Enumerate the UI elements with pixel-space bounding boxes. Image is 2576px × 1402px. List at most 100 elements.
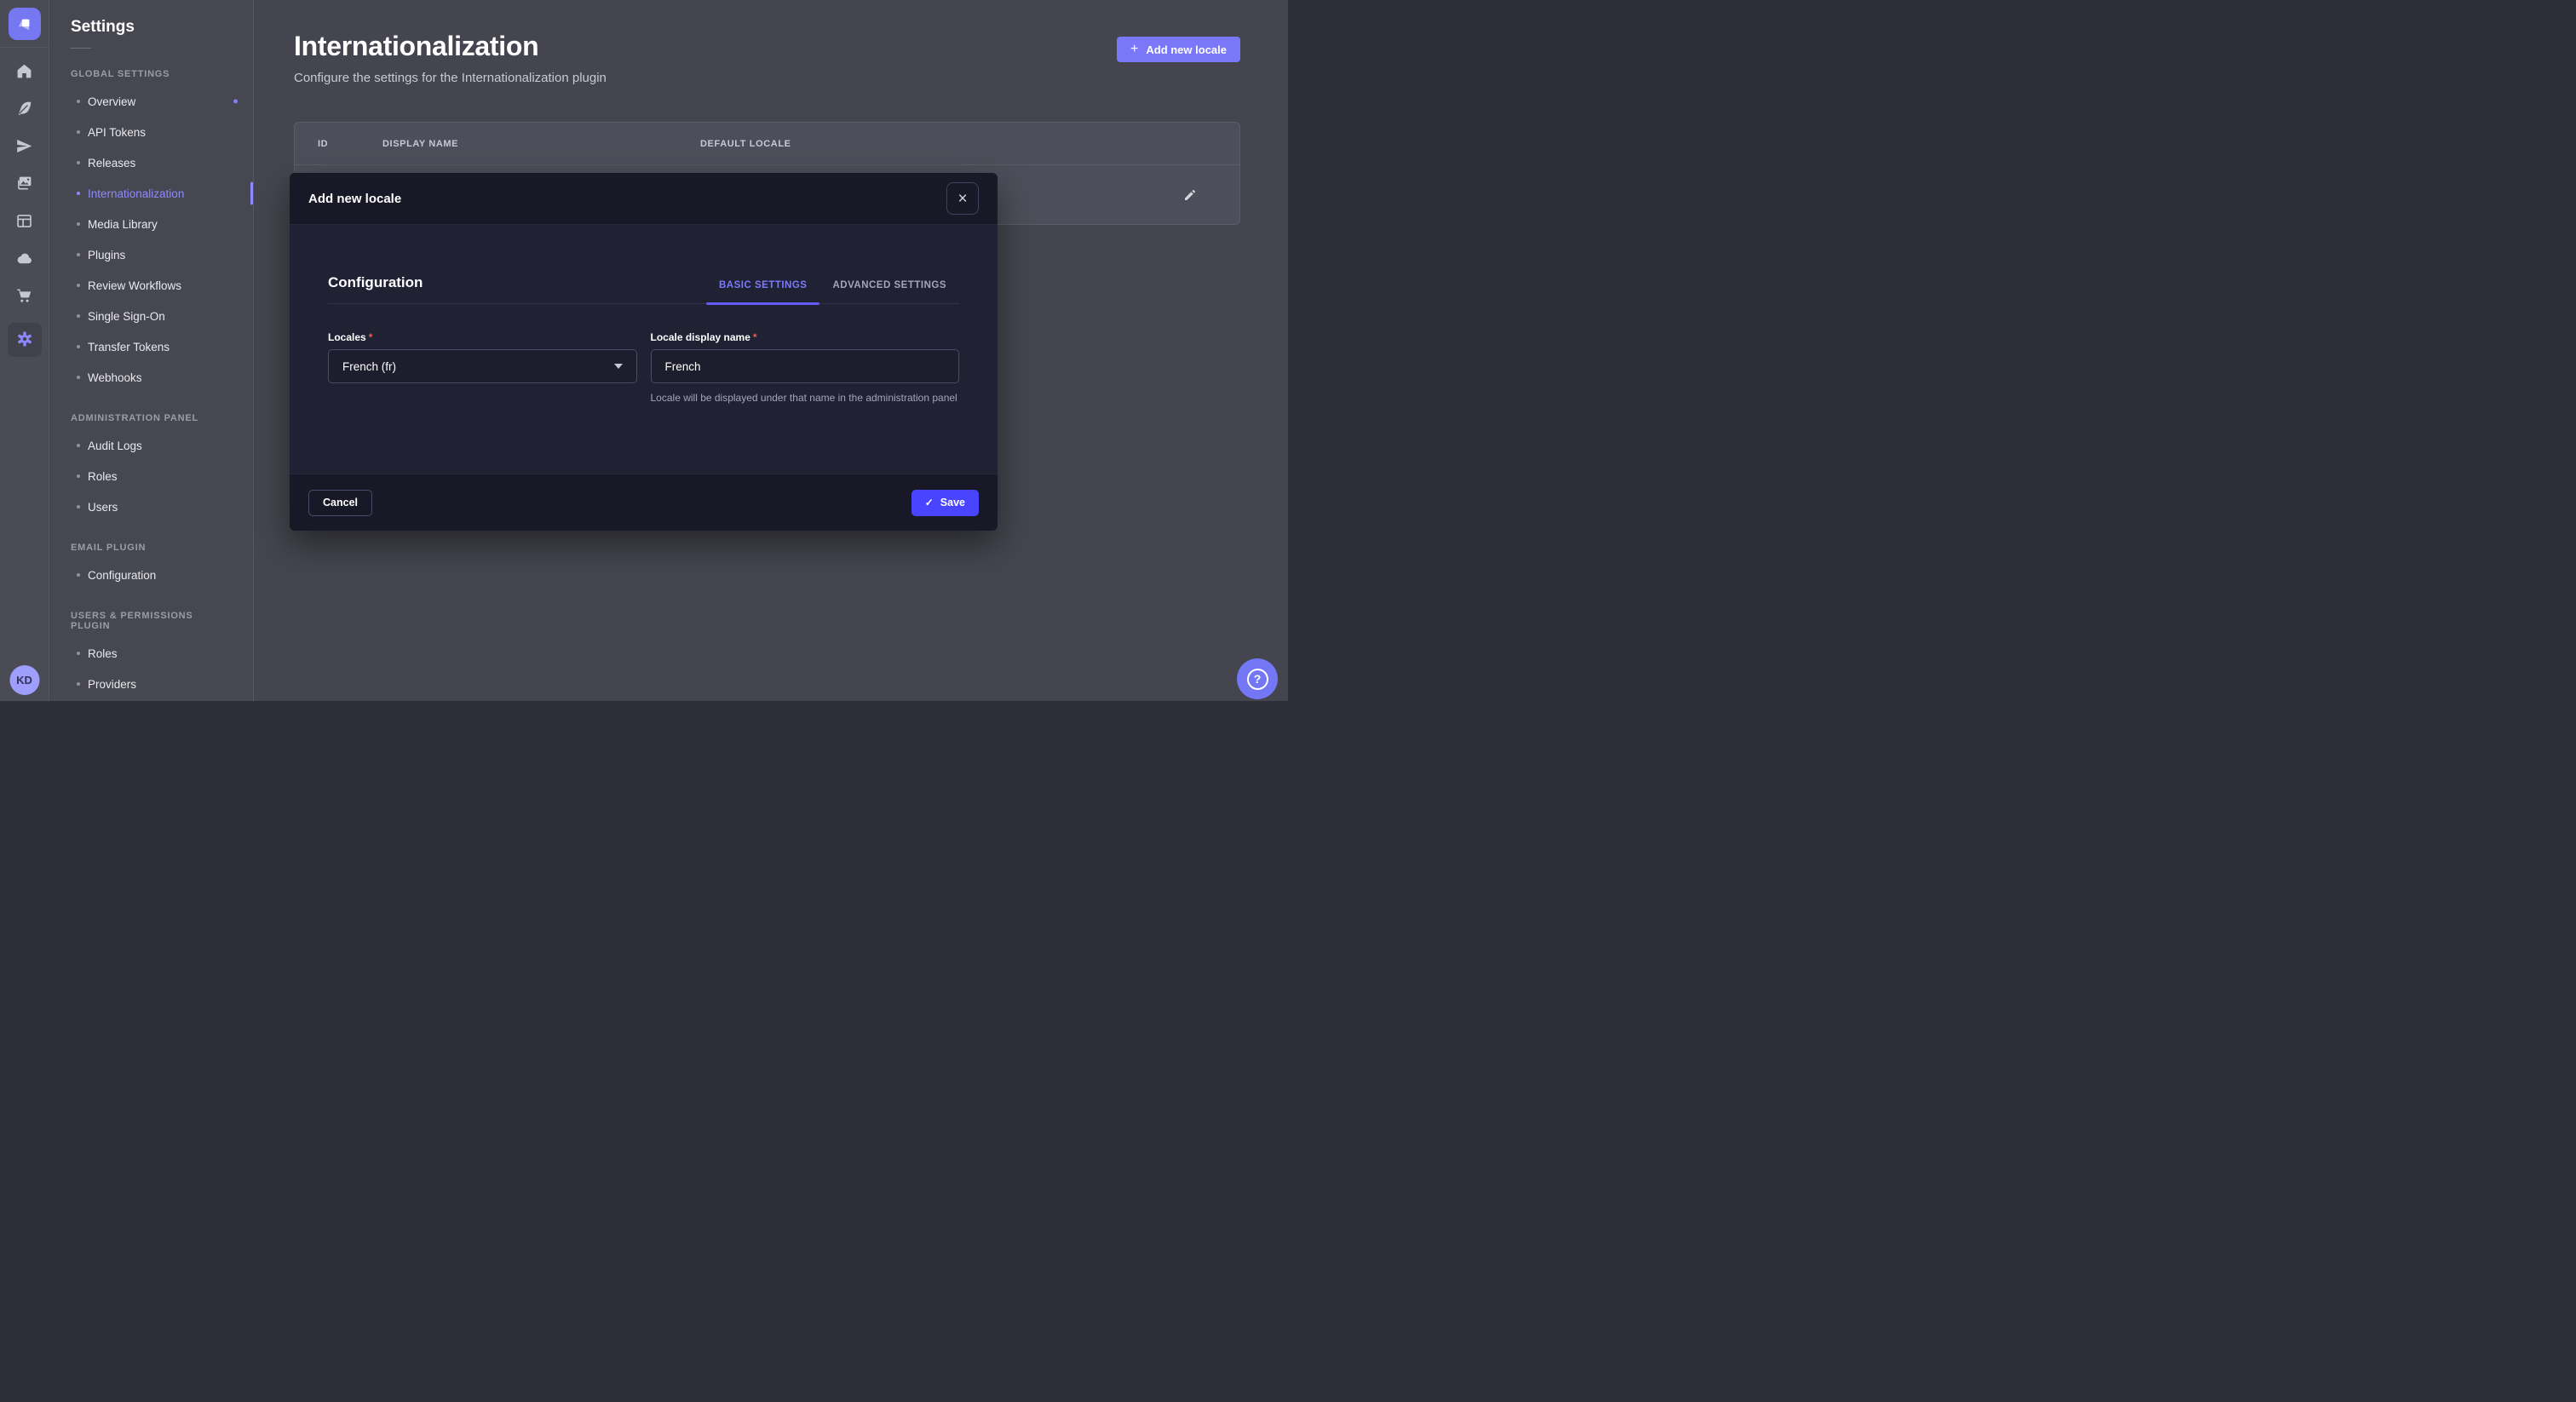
sidebar-item-providers[interactable]: Providers xyxy=(50,669,253,699)
configuration-header: Configuration BASIC SETTINGSADVANCED SET… xyxy=(328,274,959,304)
sidebar-item-users[interactable]: Users xyxy=(50,491,253,522)
rail-item-cart[interactable] xyxy=(13,285,37,309)
rail-item-cloud[interactable] xyxy=(13,248,37,272)
bullet-icon xyxy=(77,192,80,195)
page-subtitle: Configure the settings for the Internati… xyxy=(294,71,607,85)
cloud-icon xyxy=(15,250,33,270)
sidebar-item-label: Single Sign-On xyxy=(88,310,165,323)
bullet-icon xyxy=(77,652,80,655)
sidebar-item-label: API Tokens xyxy=(88,126,146,139)
modal-body: Configuration BASIC SETTINGSADVANCED SET… xyxy=(290,225,998,474)
save-label: Save xyxy=(940,497,965,509)
sidebar-item-overview[interactable]: Overview xyxy=(50,86,253,117)
notification-dot-icon xyxy=(233,100,238,104)
save-button[interactable]: ✓ Save xyxy=(911,490,979,516)
plus-icon: + xyxy=(1130,43,1138,56)
sidebar-item-media-library[interactable]: Media Library xyxy=(50,209,253,239)
required-asterisk: * xyxy=(753,331,757,343)
bullet-icon xyxy=(77,161,80,164)
sidebar-item-label: Providers xyxy=(88,678,136,691)
send-icon xyxy=(15,137,33,158)
rail-item-feather[interactable] xyxy=(13,98,37,122)
bullet-icon xyxy=(77,130,80,134)
sidebar-item-api-tokens[interactable]: API Tokens xyxy=(50,117,253,147)
modal-title: Add new locale xyxy=(308,192,401,206)
home-icon xyxy=(15,62,33,83)
active-indicator-bar xyxy=(250,182,253,205)
column-header-id: ID xyxy=(318,139,382,149)
pencil-icon xyxy=(1183,188,1197,202)
bullet-icon xyxy=(77,682,80,686)
sidebar-item-label: Review Workflows xyxy=(88,279,181,292)
edit-locale-button[interactable] xyxy=(1178,183,1202,207)
sidebar-item-label: Audit Logs xyxy=(88,440,142,452)
check-icon: ✓ xyxy=(925,497,934,508)
sidebar-item-label: Configuration xyxy=(88,569,156,582)
cart-icon xyxy=(15,287,33,307)
sidebar-item-plugins[interactable]: Plugins xyxy=(50,239,253,270)
sidebar-item-single-sign-on[interactable]: Single Sign-On xyxy=(50,301,253,331)
page-header-text: Internationalization Configure the setti… xyxy=(294,31,607,85)
display-name-input[interactable] xyxy=(651,349,960,383)
locales-label: Locales * xyxy=(328,331,637,343)
sidebar-section: USERS & PERMISSIONS PLUGIN Roles Provide… xyxy=(50,611,253,699)
rail-item-layouts[interactable] xyxy=(13,210,37,234)
sidebar-item-label: Users xyxy=(88,501,118,514)
add-new-locale-button[interactable]: + Add new locale xyxy=(1117,37,1240,62)
sidebar-item-label: Plugins xyxy=(88,249,125,261)
sidebar-section: ADMINISTRATION PANEL Audit Logs Roles xyxy=(50,413,253,522)
sidebar-item-roles[interactable]: Roles xyxy=(50,461,253,491)
tab-basic-settings[interactable]: BASIC SETTINGS xyxy=(706,280,819,303)
display-name-label-text: Locale display name xyxy=(651,331,750,343)
sidebar-item-releases[interactable]: Releases xyxy=(50,147,253,178)
sidebar-item-roles[interactable]: Roles xyxy=(50,638,253,669)
bullet-icon xyxy=(77,222,80,226)
bullet-icon xyxy=(77,284,80,287)
sidebar-item-review-workflows[interactable]: Review Workflows xyxy=(50,270,253,301)
rail-item-send[interactable] xyxy=(13,135,37,159)
sidebar-item-label: Internationalization xyxy=(88,187,184,200)
strapi-logo-icon xyxy=(14,14,35,34)
sidebar-item-webhooks[interactable]: Webhooks xyxy=(50,362,253,393)
add-new-locale-label: Add new locale xyxy=(1146,43,1227,56)
cancel-button[interactable]: Cancel xyxy=(308,490,372,516)
sidebar-item-internationalization[interactable]: Internationalization xyxy=(50,178,253,209)
bullet-icon xyxy=(77,314,80,318)
display-name-label: Locale display name * xyxy=(651,331,960,343)
sidebar-item-audit-logs[interactable]: Audit Logs xyxy=(50,430,253,461)
locales-label-text: Locales xyxy=(328,331,366,343)
display-name-field: Locale display name * Locale will be dis… xyxy=(651,331,960,405)
required-asterisk: * xyxy=(369,331,373,343)
locales-select[interactable]: French (fr) xyxy=(328,349,637,383)
sidebar-title: Settings xyxy=(71,18,253,37)
modal-footer: Cancel ✓ Save xyxy=(290,474,998,531)
bullet-icon xyxy=(77,444,80,447)
caret-down-icon xyxy=(614,364,623,369)
close-button[interactable]: × xyxy=(946,182,979,215)
rail-item-gear[interactable] xyxy=(8,323,42,357)
sidebar-section-label: GLOBAL SETTINGS xyxy=(71,69,233,79)
sidebar-item-configuration[interactable]: Configuration xyxy=(50,560,253,590)
tab-advanced-settings[interactable]: ADVANCED SETTINGS xyxy=(819,280,959,303)
bullet-icon xyxy=(77,253,80,256)
user-avatar[interactable]: KD xyxy=(9,665,39,695)
sidebar-item-label: Roles xyxy=(88,470,118,483)
help-button[interactable]: ? xyxy=(1237,658,1278,699)
rail-item-media[interactable] xyxy=(13,173,37,197)
form-fields: Locales * French (fr) Locale display nam… xyxy=(328,331,959,405)
bullet-icon xyxy=(77,573,80,577)
bullet-icon xyxy=(77,505,80,509)
sidebar-section: EMAIL PLUGIN Configuration xyxy=(50,543,253,590)
table-header-row: IDDISPLAY NAMEDEFAULT LOCALE xyxy=(295,123,1239,165)
settings-sidebar: Settings GLOBAL SETTINGS Overview xyxy=(50,0,254,701)
column-header-display-name: DISPLAY NAME xyxy=(382,139,700,149)
strapi-logo[interactable] xyxy=(9,8,41,40)
sidebar-section-label: ADMINISTRATION PANEL xyxy=(71,413,233,423)
modal-header: Add new locale × xyxy=(290,173,998,225)
sidebar-item-transfer-tokens[interactable]: Transfer Tokens xyxy=(50,331,253,362)
bullet-icon xyxy=(77,100,80,103)
sidebar-item-label: Media Library xyxy=(88,218,158,231)
page-header: Internationalization Configure the setti… xyxy=(254,0,1288,85)
rail-item-home[interactable] xyxy=(13,60,37,84)
bullet-icon xyxy=(77,345,80,348)
